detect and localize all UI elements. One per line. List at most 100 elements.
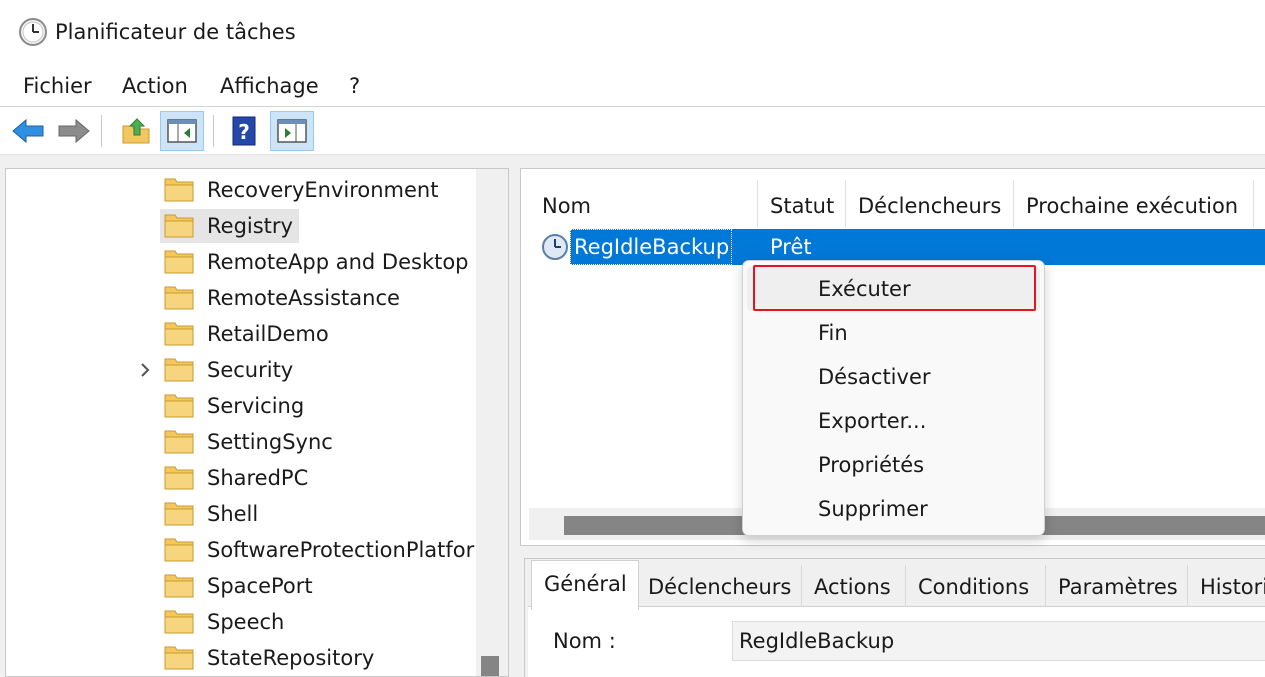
tree-item-label: Servicing: [207, 394, 305, 418]
tree-item[interactable]: Shell: [6, 496, 476, 532]
show-hide-tree-button[interactable]: [160, 111, 204, 151]
tree-item[interactable]: SettingSync: [6, 424, 476, 460]
tree-item[interactable]: Servicing: [6, 388, 476, 424]
tree-item-label: StateRepository: [207, 646, 375, 670]
toolbar: ?: [0, 107, 1265, 155]
folder-icon: [164, 392, 194, 418]
toolbar-separator: [101, 115, 102, 147]
tree-item[interactable]: Security: [6, 352, 476, 388]
tree-item-label: SoftwareProtectionPlatfor: [207, 538, 475, 562]
tab-conditions[interactable]: Conditions: [906, 565, 1046, 607]
up-one-level-button[interactable]: [114, 111, 158, 151]
pane-splitter[interactable]: [520, 546, 1265, 558]
tree-item[interactable]: RemoteApp and Desktop: [6, 244, 476, 280]
tab-triggers[interactable]: Déclencheurs: [639, 565, 802, 607]
folder-up-icon: [122, 118, 150, 144]
back-button[interactable]: [6, 111, 50, 151]
tree-item[interactable]: SharedPC: [6, 460, 476, 496]
context-menu-item-export[interactable]: Exporter...: [747, 399, 1040, 443]
context-menu-item-properties[interactable]: Propriétés: [747, 443, 1040, 487]
forward-button[interactable]: [52, 111, 96, 151]
context-menu-item-label: Désactiver: [818, 365, 931, 389]
column-divider[interactable]: [757, 180, 758, 227]
folder-icon: [164, 428, 194, 454]
menu-help[interactable]: ?: [349, 72, 360, 100]
tree-item[interactable]: RetailDemo: [6, 316, 476, 352]
column-header-triggers[interactable]: Déclencheurs: [858, 180, 1001, 229]
help-icon: ?: [232, 116, 256, 146]
tree-item-label: RemoteAssistance: [207, 286, 400, 310]
show-action-pane-button[interactable]: [270, 111, 314, 151]
tree-item-label: RetailDemo: [207, 322, 329, 346]
folder-icon: [164, 464, 194, 490]
back-arrow-icon: [12, 118, 44, 144]
tab-general[interactable]: Général: [531, 560, 639, 610]
tree-item-label: RemoteApp and Desktop: [207, 250, 469, 274]
folder-icon: [164, 608, 194, 634]
folder-icon: [164, 500, 194, 526]
tree-item-label: Registry: [207, 214, 293, 238]
context-menu-item-disable[interactable]: Désactiver: [747, 355, 1040, 399]
tab-actions[interactable]: Actions: [802, 565, 906, 607]
context-menu-item-delete[interactable]: Supprimer: [747, 487, 1040, 531]
clock-icon: [19, 18, 47, 46]
tree-item[interactable]: Registry: [6, 208, 476, 244]
run-highlight-box: [753, 265, 1036, 311]
context-menu-item-label: Fin: [818, 321, 848, 345]
folder-icon: [164, 320, 194, 346]
context-menu-item-label: Exporter...: [818, 409, 927, 433]
column-divider[interactable]: [1253, 180, 1254, 227]
menu-affichage[interactable]: Affichage: [220, 72, 319, 100]
task-clock-icon: [542, 234, 568, 260]
tree-item-label: Shell: [207, 502, 259, 526]
column-header-name[interactable]: Nom: [542, 180, 591, 229]
tree-item[interactable]: SpacePort: [6, 568, 476, 604]
column-divider[interactable]: [1013, 180, 1014, 227]
toolbar-separator: [213, 115, 214, 147]
name-field-label: Nom :: [553, 629, 616, 653]
folder-icon: [164, 356, 194, 382]
menu-fichier[interactable]: Fichier: [23, 72, 92, 100]
show-hide-console-tree-icon: [167, 119, 197, 143]
tree-item-label: SettingSync: [207, 430, 333, 454]
tab-history[interactable]: Histori: [1188, 565, 1265, 607]
folder-icon: [164, 644, 194, 670]
tree-item-label: RecoveryEnvironment: [207, 178, 439, 202]
tree-item[interactable]: Speech: [6, 604, 476, 640]
tree-item-label: SpacePort: [207, 574, 313, 598]
tree-item[interactable]: StateRepository: [6, 640, 476, 676]
context-menu-item-end[interactable]: Fin: [747, 311, 1040, 355]
folder-icon: [164, 212, 194, 238]
title-bar: Planificateur de tâches: [0, 0, 1265, 64]
column-header-next-run[interactable]: Prochaine exécution: [1026, 180, 1238, 229]
folder-icon: [164, 248, 194, 274]
folder-icon: [164, 176, 194, 202]
svg-text:?: ?: [238, 120, 250, 144]
help-button[interactable]: ?: [222, 111, 266, 151]
tree-item-label: Speech: [207, 610, 285, 634]
tree-item[interactable]: SoftwareProtectionPlatfor: [6, 532, 476, 568]
menu-action[interactable]: Action: [122, 72, 188, 100]
column-divider[interactable]: [845, 180, 846, 227]
tree-scrollbar-thumb[interactable]: [481, 656, 499, 676]
menu-bar: Fichier Action Affichage ?: [0, 64, 1265, 107]
folder-icon: [164, 572, 194, 598]
console-tree: RecoveryEnvironment Registry RemoteApp and…: [5, 168, 509, 677]
chevron-right-icon[interactable]: [136, 360, 154, 380]
tab-settings[interactable]: Paramètres: [1046, 565, 1188, 607]
folder-icon: [164, 284, 194, 310]
column-header-status[interactable]: Statut: [770, 180, 834, 229]
tree-item-label: Security: [207, 358, 294, 382]
show-action-pane-icon: [277, 119, 307, 143]
task-status-cell[interactable]: Prêt: [770, 233, 812, 261]
tree-item[interactable]: RecoveryEnvironment: [6, 172, 476, 208]
tree-scrollbar[interactable]: [476, 169, 508, 676]
name-field[interactable]: RegIdleBackup: [732, 621, 1265, 661]
task-name-cell[interactable]: RegIdleBackup: [574, 233, 729, 261]
context-menu-item-label: Propriétés: [818, 453, 925, 477]
forward-arrow-icon: [58, 118, 90, 144]
folder-icon: [164, 536, 194, 562]
tree-item[interactable]: RemoteAssistance: [6, 280, 476, 316]
context-menu-item-label: Supprimer: [818, 497, 928, 521]
window-title: Planificateur de tâches: [55, 20, 296, 44]
